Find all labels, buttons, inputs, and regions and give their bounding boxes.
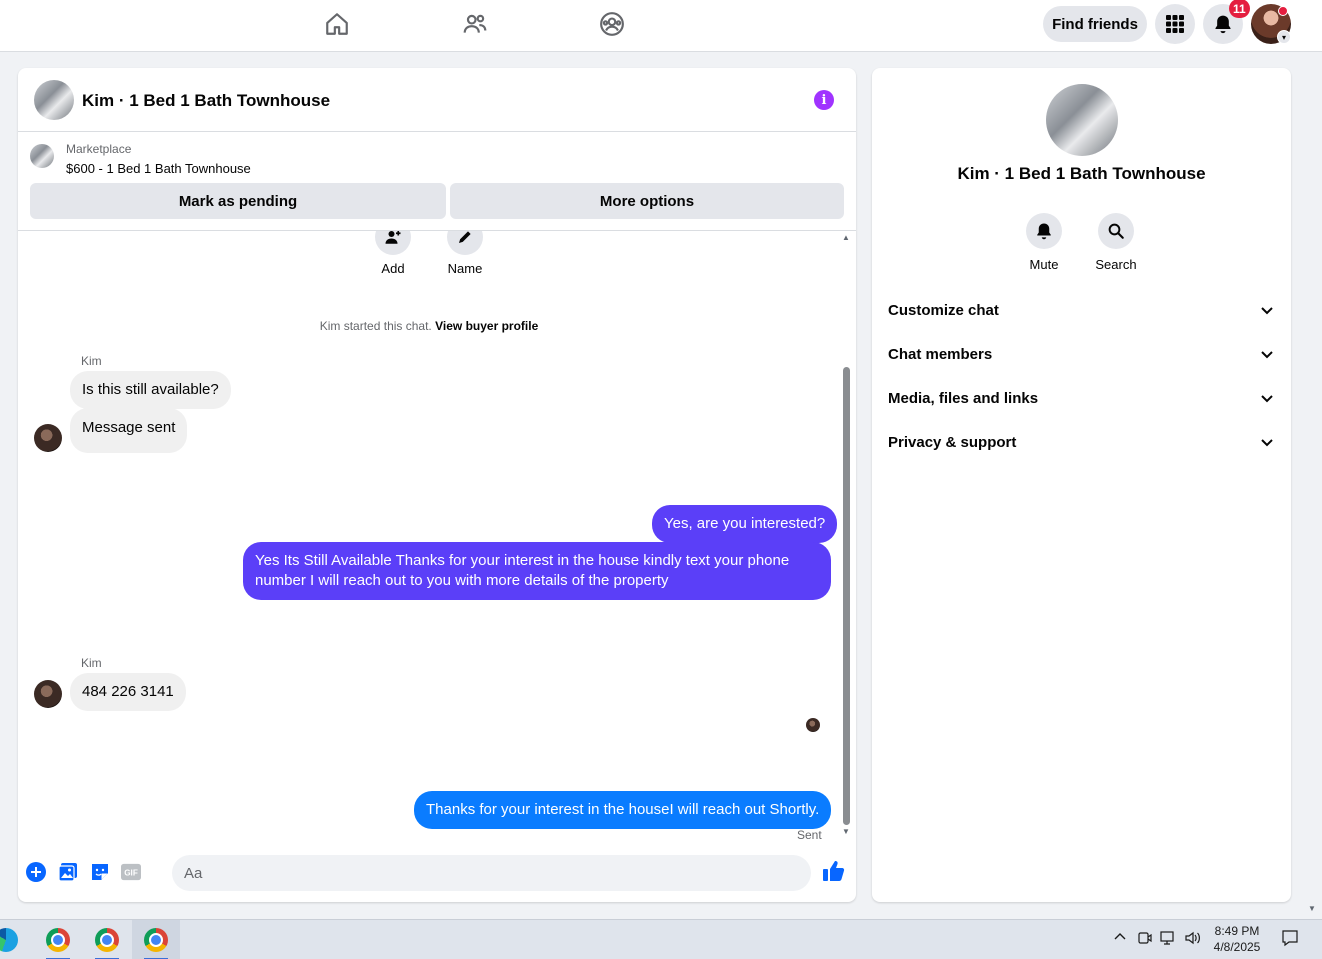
listing-price-title[interactable]: $600 - 1 Bed 1 Bath Townhouse — [66, 161, 251, 176]
chat-started-notice: Kim started this chat. View buyer profil… — [18, 319, 840, 333]
marketplace-label: Marketplace — [66, 142, 132, 156]
chat-started-text: Kim started this chat. — [319, 319, 432, 333]
chevron-down-icon — [1261, 351, 1273, 359]
mark-as-pending-button[interactable]: Mark as pending — [30, 183, 446, 219]
groups-icon[interactable] — [598, 10, 626, 38]
account-chevron-down-icon[interactable]: ▾ — [1277, 30, 1291, 44]
edge-browser-icon[interactable] — [0, 920, 26, 959]
customize-chat-section[interactable]: Customize chat — [888, 298, 1274, 322]
gif-icon[interactable]: GIF — [121, 862, 141, 882]
outgoing-message[interactable]: Thanks for your interest in the houseI w… — [414, 791, 832, 829]
chat-header: Kim · 1 Bed 1 Bath Townhouse i — [18, 68, 856, 132]
chat-title[interactable]: Kim · 1 Bed 1 Bath Townhouse — [82, 91, 330, 111]
privacy-support-section[interactable]: Privacy & support — [888, 430, 1274, 454]
mute-label: Mute — [1029, 257, 1059, 272]
message-input-wrapper — [172, 855, 811, 891]
friends-icon[interactable] — [461, 10, 489, 38]
system-clock[interactable]: 8:49 PM 4/8/2025 — [1208, 923, 1266, 955]
top-navigation-bar: Find friends 11 ▾ — [0, 0, 1322, 52]
details-listing-thumbnail[interactable] — [1046, 84, 1118, 156]
info-icon[interactable]: i — [814, 90, 834, 110]
sender-avatar[interactable] — [34, 680, 62, 708]
mute-action[interactable]: Mute — [1014, 213, 1074, 272]
bell-icon — [1026, 213, 1062, 249]
clock-time: 8:49 PM — [1214, 924, 1260, 938]
search-label: Search — [1095, 257, 1137, 272]
message-sender-name: Kim — [81, 656, 102, 670]
message-composer: GIF — [18, 842, 856, 902]
pencil-icon — [447, 231, 483, 255]
add-people-action[interactable]: Add — [375, 231, 411, 276]
show-hidden-icons-chevron-up-icon[interactable] — [1113, 930, 1127, 947]
action-center-icon[interactable] — [1281, 929, 1299, 950]
volume-icon[interactable] — [1184, 930, 1202, 949]
plus-circle-icon[interactable] — [26, 862, 46, 882]
marketplace-listing-thumbnail[interactable] — [30, 144, 54, 168]
incoming-message[interactable]: 484 226 3141 — [70, 673, 186, 711]
chrome-profile-1-icon[interactable] — [34, 920, 82, 959]
add-label: Add — [381, 261, 405, 276]
thumbs-up-icon[interactable] — [822, 859, 846, 883]
details-title: Kim · 1 Bed 1 Bath Townhouse — [957, 164, 1206, 183]
section-label: Privacy & support — [888, 433, 1017, 451]
search-action[interactable]: Search — [1086, 213, 1146, 272]
scroll-down-arrow[interactable]: ▼ — [842, 827, 850, 836]
listing-thumbnail[interactable] — [34, 80, 74, 120]
add-person-icon — [375, 231, 411, 255]
chrome-profile-3-icon[interactable] — [132, 920, 180, 959]
sticker-icon[interactable] — [90, 862, 110, 882]
chevron-down-icon — [1261, 439, 1273, 447]
section-label: Media, files and links — [888, 389, 1039, 407]
windows-taskbar: 8:49 PM 4/8/2025 — [0, 919, 1322, 959]
meet-now-icon[interactable] — [1138, 930, 1152, 949]
sender-avatar[interactable] — [34, 424, 62, 452]
section-label: Chat members — [888, 345, 993, 363]
chat-members-section[interactable]: Chat members — [888, 342, 1274, 366]
conversation-details-panel: Kim · 1 Bed 1 Bath Townhouse Mute Search… — [872, 68, 1291, 902]
view-buyer-profile-link[interactable]: View buyer profile — [435, 319, 538, 333]
message-sender-name: Kim — [81, 354, 102, 368]
sent-status: Sent — [797, 828, 822, 842]
chevron-down-icon — [1261, 307, 1273, 315]
clock-date: 4/8/2025 — [1213, 940, 1261, 954]
svg-text:GIF: GIF — [124, 869, 138, 878]
chevron-down-icon — [1261, 395, 1273, 403]
grid-icon — [1166, 15, 1184, 33]
message-input[interactable] — [184, 855, 784, 891]
name-label: Name — [447, 261, 483, 276]
menu-grid-button[interactable] — [1155, 4, 1195, 44]
network-icon[interactable] — [1160, 930, 1178, 949]
name-chat-action[interactable]: Name — [442, 231, 488, 276]
message-scrollbar[interactable] — [843, 367, 850, 825]
find-friends-button[interactable]: Find friends — [1043, 6, 1147, 42]
chat-panel: Kim · 1 Bed 1 Bath Townhouse i Marketpla… — [18, 68, 856, 902]
notification-count-badge: 11 — [1229, 0, 1250, 18]
outgoing-message[interactable]: Yes Its Still Available Thanks for your … — [243, 542, 831, 600]
incoming-message[interactable]: Is this still available? — [70, 371, 231, 409]
scroll-up-arrow[interactable]: ▲ — [842, 233, 850, 242]
photo-icon[interactable] — [58, 862, 78, 882]
more-options-button[interactable]: More options — [450, 183, 844, 219]
section-label: Customize chat — [888, 301, 999, 319]
bell-icon — [1215, 15, 1231, 34]
media-files-links-section[interactable]: Media, files and links — [888, 386, 1274, 410]
message-list: Add Name Kim started this chat. View buy… — [18, 230, 856, 842]
outgoing-message[interactable]: Yes, are you interested? — [652, 505, 838, 543]
incoming-message[interactable]: Message sent — [70, 408, 188, 453]
search-icon — [1098, 213, 1134, 249]
profile-alert-dot — [1278, 6, 1288, 16]
chrome-profile-2-icon[interactable] — [83, 920, 131, 959]
home-icon[interactable] — [323, 10, 351, 38]
page-scroll-down-arrow[interactable]: ▼ — [1308, 904, 1316, 913]
read-receipt-avatar — [806, 718, 820, 732]
